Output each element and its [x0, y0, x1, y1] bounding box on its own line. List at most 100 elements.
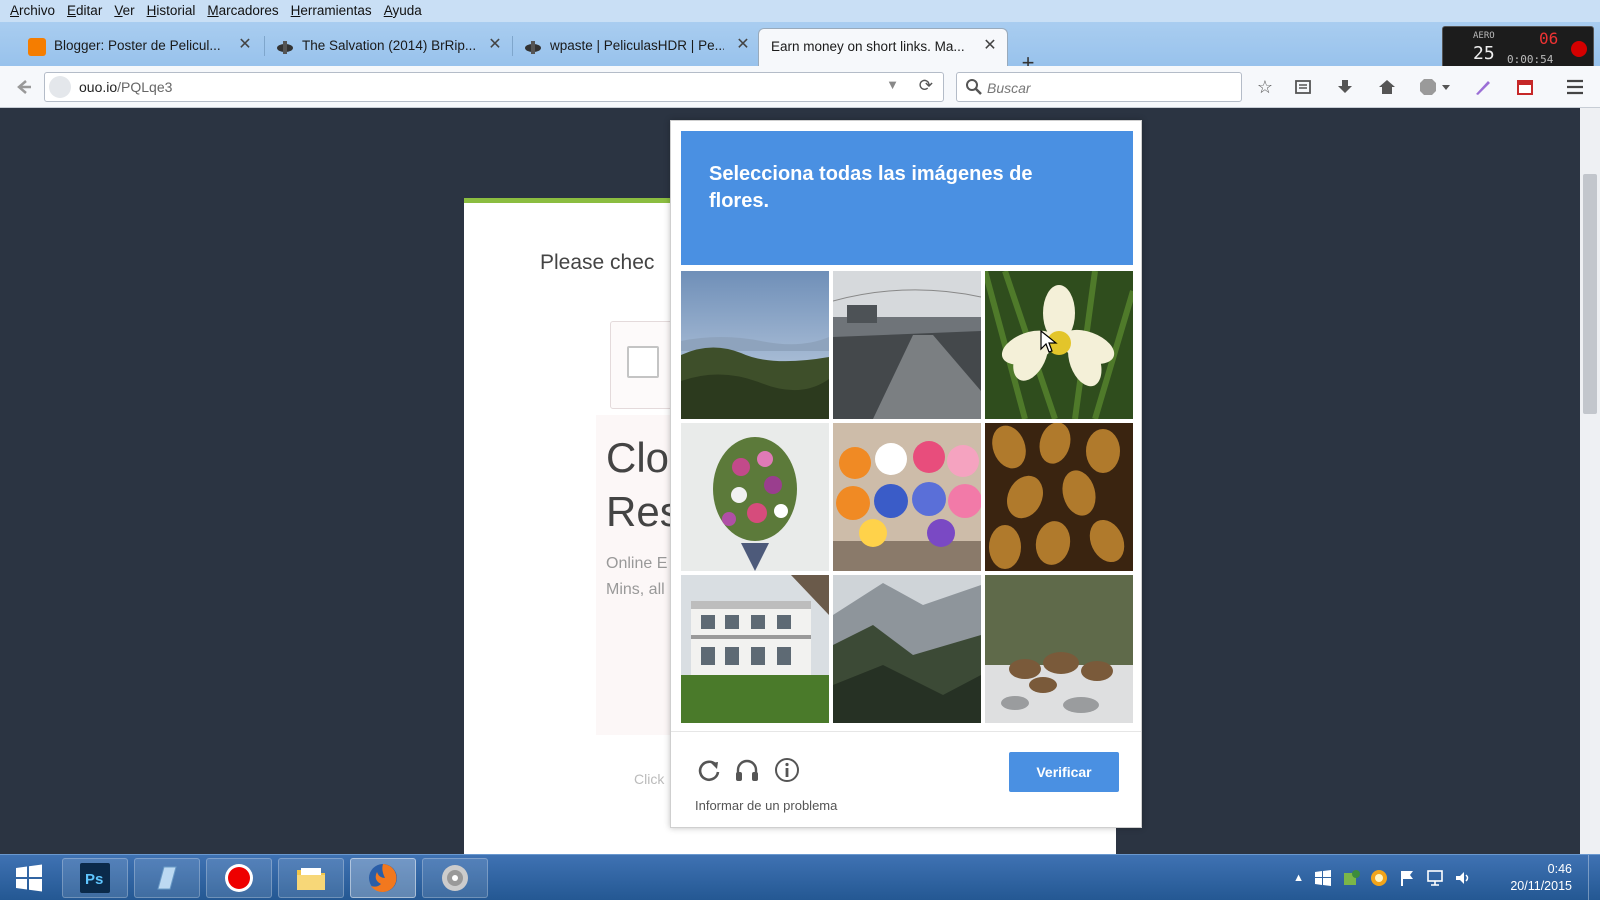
- verify-button[interactable]: Verificar: [1009, 752, 1119, 792]
- history-dropdown-icon[interactable]: ▼: [886, 77, 899, 92]
- card-title: Please chec: [540, 251, 655, 274]
- pen-extension-icon[interactable]: [1470, 74, 1496, 100]
- menu-archivo[interactable]: Archivo: [4, 1, 61, 21]
- taskbar-file-explorer[interactable]: [278, 858, 344, 898]
- mouse-cursor-icon: [1040, 330, 1058, 353]
- folder-icon: [297, 868, 325, 890]
- menu-bar: Archivo Editar Ver Historial Marcadores …: [0, 0, 1600, 22]
- reload-icon[interactable]: ⟳: [919, 76, 933, 96]
- photoshop-icon: Ps: [80, 863, 110, 893]
- address-path: /PQLqe3: [117, 79, 173, 95]
- reading-list-icon[interactable]: [1290, 74, 1316, 100]
- download-icon[interactable]: [1332, 74, 1358, 100]
- firefox-icon: [369, 864, 397, 892]
- search-placeholder: Buscar: [987, 80, 1031, 96]
- page-scrollbar[interactable]: [1580, 108, 1600, 854]
- page-content: Please chec Clo Res Online E Mins, all C…: [0, 108, 1580, 854]
- prompt-target: flores: [709, 190, 764, 212]
- tab-blogger[interactable]: Blogger: Poster de Pelicul... ✕: [0, 28, 262, 66]
- address-domain: ouo.io: [79, 79, 118, 95]
- tile-canal-reflection[interactable]: [833, 271, 981, 419]
- prompt-text: Selecciona todas las imágenes de: [709, 163, 1033, 185]
- recaptcha-checkbox[interactable]: [627, 346, 659, 378]
- close-icon[interactable]: ✕: [734, 36, 752, 54]
- network-icon[interactable]: [1426, 869, 1444, 887]
- audio-challenge-icon[interactable]: [733, 756, 761, 784]
- clock-date: 20/11/2015: [1510, 879, 1572, 893]
- taskbar: Ps ▲ 0:46 20/11/2015: [0, 854, 1600, 900]
- taskbar-clock[interactable]: 0:46 20/11/2015: [1510, 861, 1572, 895]
- prompt-suffix: .: [763, 190, 770, 212]
- record-icon[interactable]: [1571, 41, 1587, 57]
- screen-recorder-widget: AERO 25 06 0:00:54: [1442, 26, 1594, 70]
- update-tray-icon[interactable]: [1370, 869, 1388, 887]
- tab-label: wpaste | PeliculasHDR | Pe...: [550, 38, 724, 53]
- clock-time: 0:46: [1547, 862, 1572, 876]
- recorder-counter: 06: [1539, 29, 1559, 48]
- tab-ouo-active[interactable]: Earn money on short links. Ma... ✕: [758, 28, 1008, 66]
- info-icon[interactable]: [773, 756, 801, 784]
- recorder-timer: 0:00:54: [1507, 53, 1554, 66]
- card-footer-link[interactable]: Click: [634, 771, 664, 787]
- tab-label: Earn money on short links. Ma...: [771, 39, 965, 54]
- taskbar-media-player[interactable]: [422, 858, 488, 898]
- security-tray-icon[interactable]: [1342, 869, 1360, 887]
- scrollbar-thumb[interactable]: [1583, 174, 1597, 414]
- challenge-footer: Informar de un problema Verificar: [671, 731, 1141, 827]
- home-icon[interactable]: [1374, 74, 1400, 100]
- menu-marcadores[interactable]: Marcadores: [201, 1, 284, 21]
- blogger-icon: [28, 38, 46, 56]
- tile-mountain-forest[interactable]: [833, 575, 981, 723]
- taskbar-photoshop[interactable]: Ps: [62, 858, 128, 898]
- show-hidden-icons-icon[interactable]: ▲: [1293, 872, 1304, 884]
- address-bar[interactable]: ouo.io/PQLqe3 ▼ ⟳: [44, 72, 944, 102]
- recorder-label: AERO: [1473, 31, 1495, 41]
- taskbar-firefox[interactable]: [350, 858, 416, 898]
- tab-salvation[interactable]: The Salvation (2014) BrRip... ✕: [250, 28, 512, 66]
- tile-cupcakes[interactable]: [833, 423, 981, 571]
- notepad-icon: [157, 866, 177, 890]
- recaptcha-challenge: Selecciona todas las imágenes de flores.: [670, 120, 1142, 828]
- system-tray: ▲: [1293, 865, 1472, 891]
- menu-historial[interactable]: Historial: [141, 1, 202, 21]
- close-icon[interactable]: ✕: [981, 37, 999, 55]
- adblock-icon[interactable]: [1418, 74, 1454, 100]
- volume-icon[interactable]: [1454, 869, 1472, 887]
- navigation-bar: ouo.io/PQLqe3 ▼ ⟳ Buscar ☆: [0, 66, 1600, 108]
- calendar-extension-icon[interactable]: [1512, 74, 1538, 100]
- challenge-header: Selecciona todas las imágenes de flores.: [681, 131, 1133, 265]
- tile-rocks-snow[interactable]: [985, 575, 1133, 723]
- taskbar-recorder[interactable]: [206, 858, 272, 898]
- reload-challenge-icon[interactable]: [695, 756, 723, 784]
- site-favicon-icon: [277, 41, 293, 54]
- menu-herramientas[interactable]: Herramientas: [285, 1, 378, 21]
- tab-wpaste[interactable]: wpaste | PeliculasHDR | Pe... ✕: [498, 28, 760, 66]
- windows-flag-tray-icon[interactable]: [1314, 869, 1332, 887]
- taskbar-notepad[interactable]: [134, 858, 200, 898]
- tab-bar: Blogger: Poster de Pelicul... ✕ The Salv…: [0, 22, 1600, 74]
- tile-flower-bouquet[interactable]: [681, 423, 829, 571]
- tile-house-lawn[interactable]: [681, 575, 829, 723]
- site-favicon-icon: [525, 41, 541, 54]
- bookmark-star-icon[interactable]: ☆: [1252, 74, 1278, 100]
- windows-logo-icon: [16, 864, 42, 892]
- menu-hamburger-icon[interactable]: [1562, 74, 1588, 100]
- site-identity-icon[interactable]: [49, 76, 71, 98]
- address-text: ouo.io/PQLqe3: [79, 79, 172, 95]
- menu-editar[interactable]: Editar: [61, 1, 108, 21]
- tile-white-flower[interactable]: [985, 271, 1133, 419]
- menu-ver[interactable]: Ver: [108, 1, 140, 21]
- search-bar[interactable]: Buscar: [956, 72, 1242, 102]
- tile-roasted-snacks[interactable]: [985, 423, 1133, 571]
- back-icon[interactable]: [10, 74, 36, 100]
- svg-text:Ps: Ps: [85, 871, 103, 888]
- tile-lake-landscape[interactable]: [681, 271, 829, 419]
- recorder-fps: 25: [1473, 43, 1495, 64]
- show-desktop-button[interactable]: [1588, 855, 1600, 900]
- action-center-flag-icon[interactable]: [1398, 869, 1416, 887]
- report-problem-link[interactable]: Informar de un problema: [695, 798, 837, 813]
- image-grid: [681, 271, 1133, 725]
- record-app-icon: [225, 864, 253, 892]
- menu-ayuda[interactable]: Ayuda: [378, 1, 428, 21]
- start-button[interactable]: [0, 858, 58, 898]
